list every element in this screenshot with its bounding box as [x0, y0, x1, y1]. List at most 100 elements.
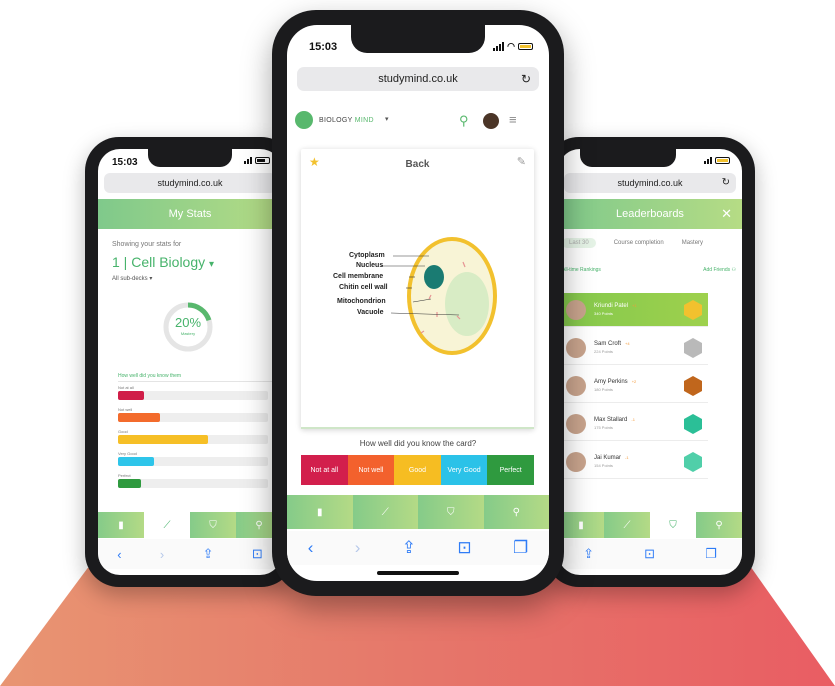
flashcard: ★ Back ✎ Cytoplasm Nucleus Cell membrane… — [301, 149, 534, 429]
notch — [580, 149, 676, 167]
signal-icon — [244, 156, 252, 164]
sub-deck-selector[interactable]: All sub-decks ▾ — [112, 275, 276, 282]
rating-button[interactable]: Perfect — [487, 455, 534, 485]
tab-leaderboard[interactable]: ⛉ — [650, 512, 696, 538]
knowledge-bar-fill — [118, 413, 160, 422]
user-name: Jai Kumar -1 — [594, 455, 629, 461]
tab-leaderboard[interactable]: ⛉ — [418, 495, 484, 529]
right-phone: studymind.co.uk ↻ Leaderboards ✕ Last 30… — [545, 137, 755, 587]
brand-name[interactable]: BIOLOGY MIND — [319, 117, 374, 124]
knowledge-bar-row: Not well2 — [118, 407, 280, 422]
tab-stats[interactable]: ⟋ — [604, 512, 650, 538]
user-name-text: Sam Croft — [594, 341, 622, 347]
knowledge-bar-track — [118, 413, 268, 422]
avatar[interactable] — [483, 113, 499, 129]
tab-last-30[interactable]: Last 30 — [562, 238, 596, 248]
showing-label: Showing your stats for — [112, 241, 182, 248]
signal-icon — [493, 41, 505, 51]
rating-button[interactable]: Not at all — [301, 455, 348, 485]
reload-icon[interactable]: ↻ — [722, 173, 730, 193]
tab-flashcards[interactable]: ▮ — [98, 512, 144, 538]
user-name: Amy Perkins +2 — [594, 379, 636, 385]
leaderboard-row[interactable]: Kriundi Patel +1 340 Points — [558, 293, 708, 327]
tabs-icon[interactable]: ❐ — [705, 546, 717, 562]
address-bar[interactable]: studymind.co.uk ↻ — [297, 67, 539, 91]
notch — [351, 25, 485, 53]
user-name: Sam Croft +4 — [594, 341, 630, 347]
forward-arrow-icon[interactable]: › — [160, 547, 164, 562]
bookmarks-icon[interactable]: ⊡ — [644, 546, 655, 562]
deck-selector[interactable]: 1 | Cell Biology ▾ — [112, 254, 276, 270]
tab-flashcards[interactable]: ▮ — [558, 512, 604, 538]
leaderboard-user: Kriundi Patel +1 340 Points — [586, 303, 637, 316]
forward-arrow-icon[interactable]: › — [355, 538, 361, 558]
user-icon: ⚲ — [255, 519, 263, 531]
leaderboard-user: Jai Kumar -1 154 Points — [586, 455, 629, 468]
knowledge-bar-fill — [118, 435, 208, 444]
rating-button[interactable]: Very Good — [440, 455, 488, 485]
bookmarks-icon[interactable]: ⊡ — [457, 538, 471, 558]
user-name: Kriundi Patel +1 — [594, 303, 637, 309]
user-name-text: Kriundi Patel — [594, 303, 629, 309]
rank-change: -1 — [631, 417, 635, 422]
tab-profile[interactable]: ⚲ — [483, 495, 549, 529]
address-bar[interactable]: studymind.co.uk ↻ — [564, 173, 736, 193]
left-phone: 15:03 studymind.co.uk My Stats Showing y… — [85, 137, 295, 587]
label-mitochondrion: Mitochondrion — [337, 298, 386, 305]
site-header: BIOLOGY MIND ▾ ⚲ ≡ — [287, 107, 549, 135]
tabs-icon[interactable]: ❐ — [513, 538, 528, 558]
rating-button[interactable]: Good — [394, 455, 441, 485]
rank-change: +2 — [631, 379, 637, 384]
menu-icon[interactable]: ≡ — [509, 112, 517, 127]
signal-icon — [704, 156, 712, 164]
home-indicator — [377, 571, 459, 575]
user-name-text: Jai Kumar — [594, 455, 622, 461]
chart-line-icon: ⟋ — [623, 519, 631, 531]
share-icon[interactable]: ⇪ — [402, 538, 416, 558]
address-bar[interactable]: studymind.co.uk — [104, 173, 276, 193]
leaderboard-user: Max Stallard -1 175 Points — [586, 417, 635, 430]
tab-mastery[interactable]: Mastery — [682, 240, 703, 246]
right-phone-screen: studymind.co.uk ↻ Leaderboards ✕ Last 30… — [558, 149, 742, 575]
share-icon[interactable]: ⇪ — [203, 546, 214, 562]
app-tab-bar: ▮ ⟋ ⛉ ⚲ — [558, 512, 742, 538]
back-arrow-icon[interactable]: ‹ — [308, 538, 314, 558]
add-friends-link[interactable]: Add Friends ⚇ — [703, 267, 736, 273]
knowledge-bar-row: Perfect2 — [118, 473, 280, 488]
tab-flashcards[interactable]: ▮ — [287, 495, 353, 529]
shield-icon: ⛉ — [209, 519, 217, 531]
knowledge-bar-row: Not at all2 — [118, 385, 280, 400]
leaderboard-row[interactable]: Jai Kumar -1 154 Points — [558, 445, 708, 479]
leaderboard-row[interactable]: Sam Croft +4 224 Points — [558, 331, 708, 365]
tab-stats[interactable]: ⟋ — [144, 512, 190, 538]
user-points: 224 Points — [594, 349, 613, 354]
rankings-heading: All-time Rankings Add Friends ⚇ — [562, 267, 736, 273]
status-time: 15:03 — [309, 41, 338, 53]
cards-icon: ▮ — [316, 506, 323, 518]
brand-accent-word: MIND — [354, 117, 374, 124]
tab-course-completion[interactable]: Course completion — [614, 240, 664, 246]
tab-stats[interactable]: ⟋ — [352, 495, 418, 529]
chevron-down-icon[interactable]: ▾ — [385, 115, 389, 123]
back-arrow-icon[interactable]: ‹ — [117, 547, 121, 562]
user-name-text: Max Stallard — [594, 417, 628, 423]
close-icon[interactable]: ✕ — [721, 199, 732, 229]
leaderboard-row[interactable]: Amy Perkins +2 180 Points — [558, 369, 708, 403]
reload-icon[interactable]: ↻ — [521, 67, 531, 91]
nucleus-shape — [424, 265, 444, 289]
leaderboard-row[interactable]: Max Stallard -1 175 Points — [558, 407, 708, 441]
battery-icon — [715, 156, 730, 164]
rating-button[interactable]: Not well — [347, 455, 395, 485]
know-question: How well did you know the card? — [359, 439, 477, 448]
user-icon: ⚲ — [715, 519, 723, 531]
leaderboard-user: Sam Croft +4 224 Points — [586, 341, 630, 354]
share-icon[interactable]: ⇪ — [583, 546, 594, 562]
tab-leaderboard[interactable]: ⛉ — [190, 512, 236, 538]
brand-logo[interactable] — [295, 111, 313, 129]
user-plus-icon: ⚇ — [731, 267, 736, 273]
bookmarks-icon[interactable]: ⊡ — [252, 546, 263, 562]
tab-profile[interactable]: ⚲ — [696, 512, 742, 538]
card-divider — [301, 427, 534, 429]
user-points: 180 Points — [594, 387, 613, 392]
search-icon[interactable]: ⚲ — [459, 113, 469, 129]
